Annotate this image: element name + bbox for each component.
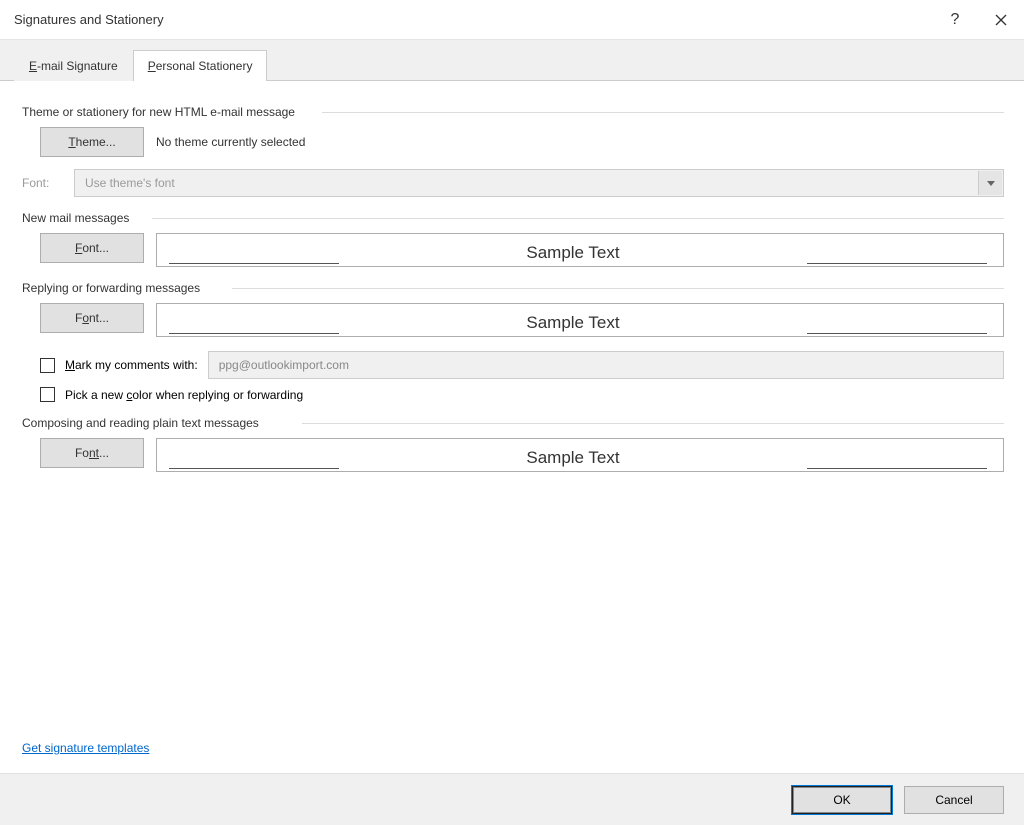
tab-bar: E-mail Signature Personal Stationery [0, 40, 1024, 81]
sample-text: Sample Text [339, 243, 807, 264]
theme-font-dropdown: Use theme's font [74, 169, 1004, 197]
title-bar: Signatures and Stationery ? [0, 0, 1024, 40]
mark-comments-checkbox[interactable] [40, 358, 55, 373]
new-mail-sample: Sample Text [156, 233, 1004, 267]
ok-button[interactable]: OK [792, 786, 892, 814]
cancel-button[interactable]: Cancel [904, 786, 1004, 814]
new-mail-font-button[interactable]: Font... [40, 233, 144, 263]
signature-templates-link[interactable]: Get signature templates [22, 741, 149, 755]
sample-text: Sample Text [339, 313, 807, 334]
section-new-mail-header: New mail messages [22, 211, 1004, 225]
sample-text: Sample Text [339, 448, 807, 469]
theme-font-value: Use theme's font [85, 176, 175, 190]
dialog-footer: OK Cancel [0, 773, 1024, 825]
close-icon [995, 14, 1007, 26]
section-plain-header: Composing and reading plain text message… [22, 416, 1004, 430]
chevron-down-icon [987, 181, 995, 186]
section-theme-header: Theme or stationery for new HTML e-mail … [22, 105, 1004, 119]
plain-sample: Sample Text [156, 438, 1004, 472]
theme-status: No theme currently selected [156, 135, 305, 149]
sample-line-left [169, 453, 339, 469]
tab-personal-stationery[interactable]: Personal Stationery [133, 50, 268, 81]
mark-comments-input: ppg@outlookimport.com [208, 351, 1004, 379]
theme-font-dropdown-button[interactable] [978, 171, 1002, 195]
section-reply-header: Replying or forwarding messages [22, 281, 1004, 295]
reply-sample: Sample Text [156, 303, 1004, 337]
sample-line-right [807, 248, 987, 264]
reply-font-button[interactable]: Font... [40, 303, 144, 333]
pick-color-checkbox[interactable] [40, 387, 55, 402]
sample-line-right [807, 318, 987, 334]
tab-email-signature[interactable]: E-mail Signature [14, 50, 133, 81]
sample-line-left [169, 248, 339, 264]
sample-line-left [169, 318, 339, 334]
help-button[interactable]: ? [932, 0, 978, 40]
dialog-title: Signatures and Stationery [14, 12, 932, 27]
pick-color-label: Pick a new color when replying or forwar… [65, 388, 303, 402]
mark-comments-label: Mark my comments with: [65, 358, 198, 372]
theme-button[interactable]: Theme... [40, 127, 144, 157]
content-area: Theme or stationery for new HTML e-mail … [0, 81, 1024, 472]
font-label: Font: [22, 176, 62, 190]
sample-line-right [807, 453, 987, 469]
close-button[interactable] [978, 0, 1024, 40]
plain-font-button[interactable]: Font... [40, 438, 144, 468]
